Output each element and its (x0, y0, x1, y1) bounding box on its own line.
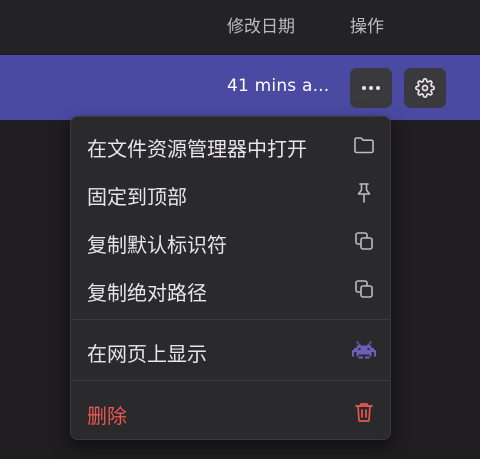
table-header: 修改日期 操作 (0, 0, 480, 54)
folder-icon (354, 137, 374, 154)
menu-item-label: 固定到顶部 (87, 185, 187, 209)
alien-invader-icon (352, 341, 376, 359)
context-menu: 在文件资源管理器中打开 固定到顶部 复制默认标识符 复制绝对路径 在网页上显示 (70, 116, 391, 440)
menu-item-pin-to-top[interactable]: 固定到顶部 (71, 169, 390, 217)
more-button[interactable] (350, 68, 392, 108)
modified-time: 41 mins a... (227, 76, 330, 96)
menu-item-label: 在网页上显示 (87, 342, 207, 366)
menu-item-open-in-explorer[interactable]: 在文件资源管理器中打开 (71, 121, 390, 169)
menu-divider (71, 380, 390, 381)
menu-item-label: 删除 (87, 404, 127, 428)
menu-item-label: 复制绝对路径 (87, 281, 207, 305)
settings-button[interactable] (404, 68, 446, 108)
copy-icon (355, 280, 373, 298)
table-row-selected[interactable]: 41 mins a... (0, 55, 480, 120)
trash-icon (355, 403, 373, 422)
menu-item-copy-absolute-path[interactable]: 复制绝对路径 (71, 265, 390, 313)
menu-item-copy-default-identifier[interactable]: 复制默认标识符 (71, 217, 390, 265)
gear-icon (415, 78, 435, 98)
menu-item-label: 在文件资源管理器中打开 (87, 137, 307, 161)
more-horizontal-icon (362, 86, 380, 90)
pin-icon (357, 183, 371, 203)
menu-item-show-on-web[interactable]: 在网页上显示 (71, 326, 390, 374)
menu-item-label: 复制默认标识符 (87, 233, 227, 257)
column-header-operations: 操作 (350, 17, 384, 37)
menu-item-delete[interactable]: 删除 (71, 388, 390, 436)
copy-icon (355, 232, 373, 250)
column-header-modified-date[interactable]: 修改日期 (227, 12, 295, 37)
menu-divider (71, 319, 390, 320)
